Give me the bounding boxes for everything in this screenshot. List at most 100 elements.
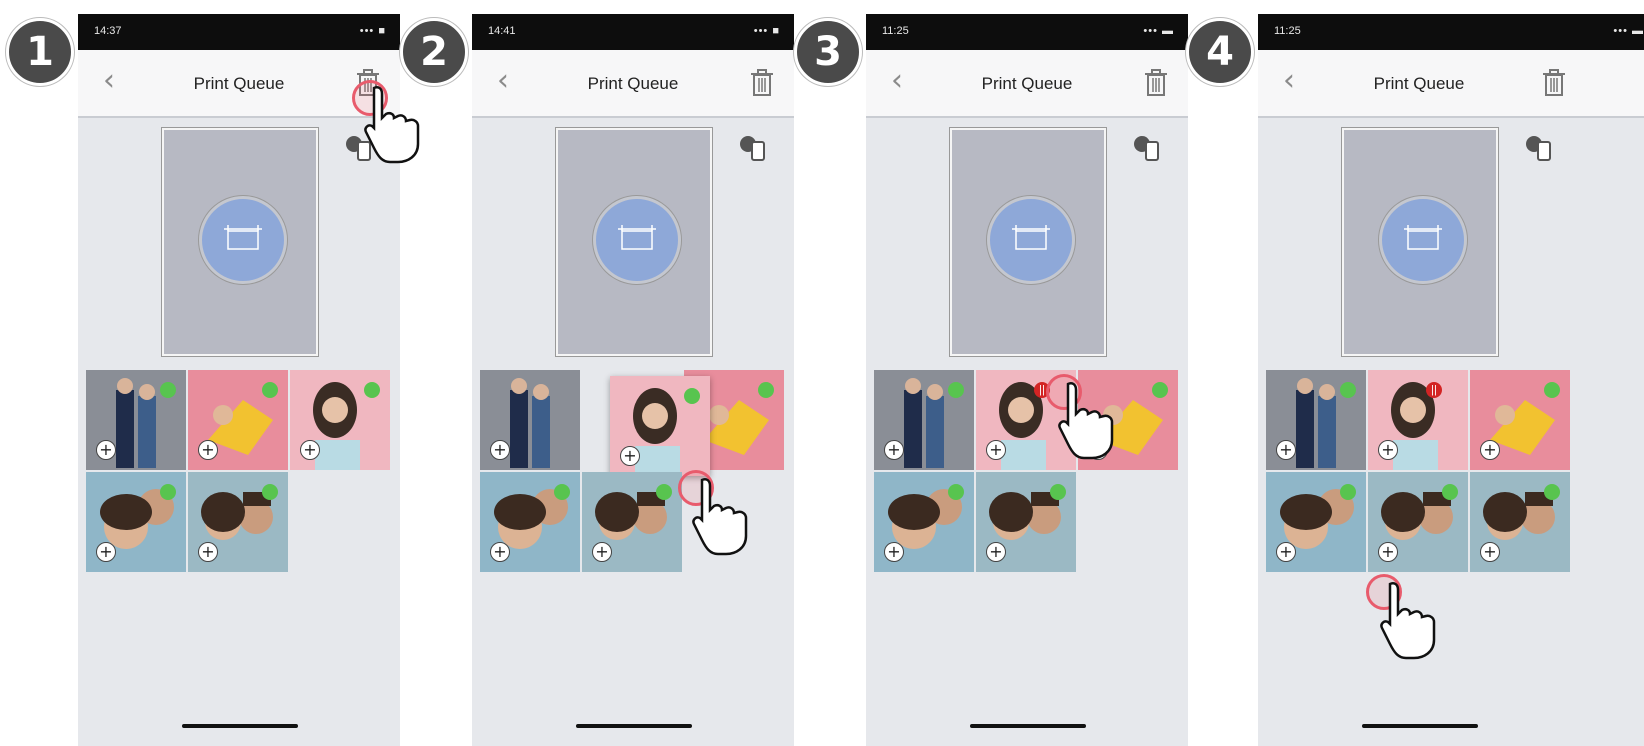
remove-indicator[interactable]: || — [1426, 382, 1442, 398]
step-number-badge: 3 — [794, 18, 862, 86]
status-bar: 11:25 ••• ▬ — [1258, 14, 1644, 50]
photo-thumbnail[interactable]: + — [480, 472, 580, 572]
status-bar: 11:25 ••• ▬ — [866, 14, 1188, 50]
step-number-badge: 4 — [1186, 18, 1254, 86]
selected-indicator — [948, 382, 964, 398]
add-icon[interactable]: + — [96, 440, 116, 460]
printer-icon[interactable] — [987, 196, 1075, 284]
page-title: Print Queue — [1373, 74, 1465, 93]
add-icon[interactable]: + — [884, 440, 904, 460]
photo-thumbnail[interactable]: + — [582, 472, 682, 572]
photo-thumbnail[interactable]: || + — [1368, 370, 1468, 470]
step-number-badge: 2 — [400, 18, 468, 86]
photo-thumbnail[interactable]: + — [188, 370, 288, 470]
wifi-battery-icon: ••• ▬ — [1613, 25, 1644, 37]
add-icon[interactable]: + — [96, 542, 116, 562]
add-icon[interactable]: + — [198, 440, 218, 460]
phone-screen: 11:25 ••• ▬ ‹ Print Queue + — [1258, 14, 1644, 746]
add-icon[interactable]: + — [1276, 542, 1296, 562]
wifi-battery-icon: ••• ■ — [753, 25, 780, 37]
add-icon[interactable]: + — [1480, 542, 1500, 562]
nav-bar: ‹ Print Queue — [472, 50, 794, 118]
add-icon[interactable]: + — [620, 446, 640, 466]
tap-hand-icon — [1378, 580, 1448, 660]
add-icon[interactable]: + — [490, 542, 510, 562]
selected-indicator — [684, 388, 700, 404]
selected-indicator — [1050, 484, 1066, 500]
home-indicator — [182, 724, 298, 728]
home-indicator — [970, 724, 1086, 728]
add-icon[interactable]: + — [592, 542, 612, 562]
status-time: 14:41 — [488, 25, 516, 37]
photo-thumbnail[interactable]: + — [1266, 472, 1366, 572]
add-icon[interactable]: + — [986, 542, 1006, 562]
selected-indicator — [1544, 484, 1560, 500]
photo-thumbnail[interactable]: + — [1266, 370, 1366, 470]
photo-thumbnail[interactable]: + — [290, 370, 390, 470]
step-panel-3: 3 11:25 ••• ▬ ‹ Print Queue + || + + + — [794, 0, 1188, 746]
trash-icon[interactable] — [1138, 64, 1174, 100]
step-panel-4: 4 11:25 ••• ▬ ‹ Print Queue + || + + + +… — [1186, 0, 1644, 746]
selected-indicator — [758, 382, 774, 398]
home-indicator — [1362, 724, 1478, 728]
add-icon[interactable]: + — [884, 542, 904, 562]
tap-hand-icon — [1056, 380, 1126, 460]
selected-indicator — [262, 382, 278, 398]
add-icon[interactable]: + — [198, 542, 218, 562]
photo-thumbnail-copy[interactable]: + — [1470, 472, 1570, 572]
step-number-badge: 1 — [6, 18, 74, 86]
selected-indicator — [262, 484, 278, 500]
status-bar: 14:37 ••• ■ — [78, 14, 400, 50]
selected-indicator — [1442, 484, 1458, 500]
print-preview — [950, 128, 1106, 356]
photo-thumbnail[interactable]: + — [86, 370, 186, 470]
selected-indicator — [160, 484, 176, 500]
status-time: 11:25 — [1274, 25, 1301, 37]
phone-screen: 14:41 ••• ■ ‹ Print Queue + + + + — [472, 14, 794, 746]
phone-screen: 14:37 ••• ■ ‹ Print Queue + + + + + — [78, 14, 400, 746]
selected-indicator — [1544, 382, 1560, 398]
printer-icon[interactable] — [1379, 196, 1467, 284]
photo-thumbnail[interactable]: + — [86, 472, 186, 572]
photo-thumbnail[interactable]: + — [480, 370, 580, 470]
selected-indicator — [948, 484, 964, 500]
status-bar: 14:41 ••• ■ — [472, 14, 794, 50]
status-time: 14:37 — [94, 25, 122, 37]
share-device-icon[interactable] — [1522, 132, 1556, 164]
photo-thumbnail[interactable]: + — [874, 370, 974, 470]
home-indicator — [576, 724, 692, 728]
add-icon[interactable]: + — [300, 440, 320, 460]
photo-thumbnail-dragging[interactable]: + — [610, 376, 710, 476]
printer-icon[interactable] — [593, 196, 681, 284]
tap-hand-icon — [690, 476, 760, 556]
add-icon[interactable]: + — [986, 440, 1006, 460]
print-preview — [1342, 128, 1498, 356]
print-preview — [556, 128, 712, 356]
selected-indicator — [656, 484, 672, 500]
share-device-icon[interactable] — [736, 132, 770, 164]
photo-thumbnail[interactable]: + — [188, 472, 288, 572]
wifi-battery-icon: ••• ■ — [359, 25, 386, 37]
selected-indicator — [1340, 382, 1356, 398]
selected-indicator — [364, 382, 380, 398]
selected-indicator — [554, 484, 570, 500]
trash-icon[interactable] — [744, 64, 780, 100]
photo-thumbnail[interactable]: + — [1368, 472, 1468, 572]
photo-thumbnail[interactable]: + — [874, 472, 974, 572]
add-icon[interactable]: + — [1480, 440, 1500, 460]
trash-icon[interactable] — [1536, 64, 1572, 100]
phone-screen: 11:25 ••• ▬ ‹ Print Queue + — [866, 14, 1188, 746]
add-icon[interactable]: + — [1378, 542, 1398, 562]
photo-thumbnail[interactable]: + — [1470, 370, 1570, 470]
nav-bar: ‹ Print Queue — [78, 50, 400, 118]
share-device-icon[interactable] — [1130, 132, 1164, 164]
selected-indicator — [1152, 382, 1168, 398]
add-icon[interactable]: + — [1276, 440, 1296, 460]
printer-icon[interactable] — [199, 196, 287, 284]
nav-bar: ‹ Print Queue — [1258, 50, 1644, 118]
add-icon[interactable]: + — [490, 440, 510, 460]
selected-indicator — [1340, 484, 1356, 500]
photo-thumbnail[interactable]: + — [976, 472, 1076, 572]
print-preview — [162, 128, 318, 356]
add-icon[interactable]: + — [1378, 440, 1398, 460]
